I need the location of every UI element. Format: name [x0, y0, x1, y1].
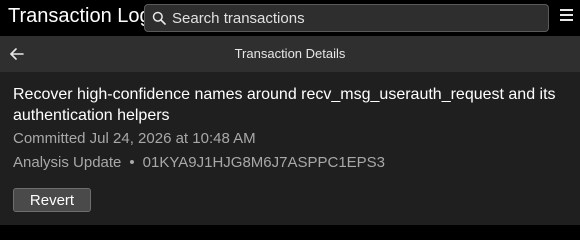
search-input[interactable]	[172, 5, 532, 31]
search-box[interactable]	[144, 4, 549, 32]
transaction-log-app: Transaction Log Transaction Details Reco…	[0, 0, 580, 225]
revert-button[interactable]: Revert	[13, 188, 91, 212]
hamburger-menu-icon[interactable]	[558, 9, 576, 25]
details-header: Transaction Details	[0, 36, 580, 72]
page-title: Transaction Details	[234, 46, 346, 61]
app-title: Transaction Log	[8, 5, 151, 27]
search-icon	[152, 11, 166, 25]
transaction-type: Analysis Update	[13, 154, 122, 171]
transaction-meta: Analysis Update • 01KYA9J1HJG8M6J7ASPPC1EP…	[13, 154, 385, 171]
transaction-message: Recover high-confidence names around rec…	[13, 86, 556, 124]
transaction-details: Recover high-confidence names around rec…	[0, 72, 580, 225]
commit-timestamp: Committed Jul 24, 2026 at 10:48 AM	[13, 130, 256, 147]
transaction-id: 01KYA9J1HJG8M6J7ASPPC1EPS3	[142, 154, 386, 171]
meta-separator: •	[129, 154, 135, 171]
top-bar: Transaction Log	[0, 0, 580, 36]
